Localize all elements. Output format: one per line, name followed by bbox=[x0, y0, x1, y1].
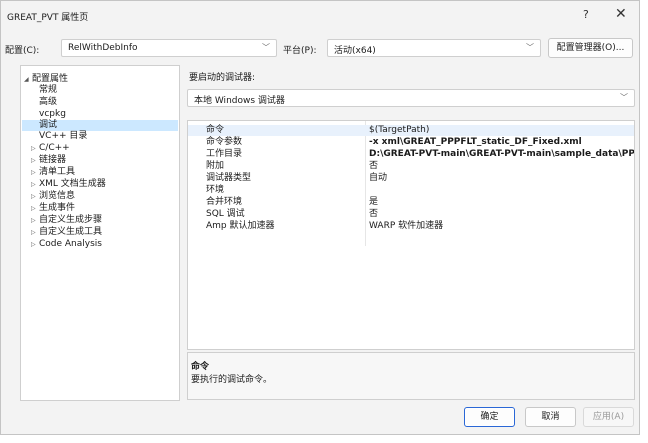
property-value[interactable]: D:\GREAT-PVT-main\GREAT-PVT-main\sample_… bbox=[369, 149, 634, 160]
configuration-manager-button[interactable]: 配置管理器(O)... bbox=[548, 38, 633, 58]
property-name: SQL 调试 bbox=[206, 209, 245, 219]
description-title: 命令 bbox=[191, 362, 210, 372]
tree-item-browse-information[interactable]: ▷ 浏览信息 bbox=[31, 191, 75, 202]
tree-item-label: 常规 bbox=[39, 85, 58, 95]
property-name: 附加 bbox=[206, 161, 225, 171]
property-value[interactable]: 自动 bbox=[369, 173, 387, 184]
tree-item-label: 清单工具 bbox=[39, 167, 76, 177]
expand-arrow-icon[interactable]: ▷ bbox=[31, 143, 39, 154]
property-value[interactable]: 否 bbox=[369, 161, 378, 172]
property-row[interactable]: 环境 bbox=[188, 185, 634, 196]
expand-arrow-icon[interactable]: ▷ bbox=[31, 203, 39, 214]
chevron-down-icon: ﹀ bbox=[526, 43, 534, 52]
tree-item-custom-build-step[interactable]: ▷ 自定义生成步骤 bbox=[31, 215, 102, 226]
tree-item-custom-build-tool[interactable]: ▷ 自定义生成工具 bbox=[31, 227, 102, 238]
configuration-row: 配置(C): RelWithDebInfo ﹀ 平台(P): 活动(x64) ﹀… bbox=[1, 37, 639, 59]
tree-item-label: 链接器 bbox=[39, 155, 67, 165]
tree-item-label: 生成事件 bbox=[39, 203, 76, 213]
tree-item-configuration-properties[interactable]: ◢ 配置属性 bbox=[24, 74, 68, 85]
tree-item-label: vcpkg bbox=[39, 109, 66, 119]
tree-item-build-events[interactable]: ▷ 生成事件 bbox=[31, 203, 75, 214]
expand-arrow-icon[interactable]: ▷ bbox=[31, 167, 39, 178]
help-icon[interactable]: ? bbox=[583, 8, 589, 21]
tree-item-label: C/C++ bbox=[39, 143, 70, 153]
property-name: 命令参数 bbox=[206, 137, 243, 147]
debugger-value: 本地 Windows 调试器 bbox=[194, 96, 285, 106]
property-name: Amp 默认加速器 bbox=[206, 221, 275, 231]
property-name: 环境 bbox=[206, 185, 225, 195]
platform-label: 平台(P): bbox=[283, 46, 317, 56]
expand-arrow-icon[interactable]: ◢ bbox=[24, 74, 32, 85]
tree-item-advanced[interactable]: 高级 bbox=[39, 97, 57, 108]
property-value[interactable]: 是 bbox=[369, 197, 378, 208]
property-value[interactable]: WARP 软件加速器 bbox=[369, 221, 443, 232]
expand-arrow-icon[interactable]: ▷ bbox=[31, 155, 39, 166]
expand-arrow-icon[interactable]: ▷ bbox=[31, 179, 39, 190]
tree-item-label: 配置属性 bbox=[32, 74, 69, 84]
debugger-label: 要启动的调试器: bbox=[189, 73, 256, 83]
expand-arrow-icon[interactable]: ▷ bbox=[31, 239, 39, 250]
property-row[interactable]: 工作目录 D:\GREAT-PVT-main\GREAT-PVT-main\sa… bbox=[188, 149, 634, 160]
tree-item-general[interactable]: 常规 bbox=[39, 85, 57, 96]
close-icon[interactable]: ✕ bbox=[615, 6, 627, 22]
cancel-button[interactable]: 取消 bbox=[525, 407, 576, 427]
platform-dropdown[interactable]: 活动(x64) ﹀ bbox=[327, 39, 541, 57]
property-value[interactable]: -x xml\GREAT_PPPFLT_static_DF_Fixed.xml bbox=[369, 137, 582, 148]
property-value[interactable]: 否 bbox=[369, 209, 378, 220]
expand-arrow-icon[interactable]: ▷ bbox=[31, 215, 39, 226]
expand-arrow-icon[interactable]: ▷ bbox=[31, 191, 39, 202]
tree-item-label: VC++ 目录 bbox=[39, 131, 88, 141]
tree-item-vcpkg[interactable]: vcpkg bbox=[39, 109, 66, 120]
tree-item-label: 高级 bbox=[39, 97, 58, 107]
expand-arrow-icon[interactable]: ▷ bbox=[31, 227, 39, 238]
tree-item-manifest-tool[interactable]: ▷ 清单工具 bbox=[31, 167, 75, 178]
property-name: 工作目录 bbox=[206, 149, 243, 159]
tree-item-label: 自定义生成工具 bbox=[39, 227, 103, 237]
property-row[interactable]: Amp 默认加速器 WARP 软件加速器 bbox=[188, 221, 634, 232]
property-tree: ◢ 配置属性 常规 高级 vcpkg 调试 VC++ 目录 ▷ C/C++ ▷ 链接器… bbox=[20, 65, 180, 401]
configuration-label: 配置(C): bbox=[5, 46, 40, 56]
tree-item-linker[interactable]: ▷ 链接器 bbox=[31, 155, 66, 166]
apply-button[interactable]: 应用(A) bbox=[583, 407, 634, 427]
property-pages-window: GREAT_PVT 属性页 ? ✕ 配置(C): RelWithDebInfo … bbox=[0, 0, 640, 435]
property-row[interactable]: 命令 $(TargetPath) bbox=[188, 125, 634, 136]
property-value[interactable]: $(TargetPath) bbox=[369, 125, 429, 136]
property-name: 调试器类型 bbox=[206, 173, 252, 183]
ok-button[interactable]: 确定 bbox=[464, 407, 515, 427]
tree-item-label: 调试 bbox=[39, 120, 58, 130]
property-name: 合并环境 bbox=[206, 197, 243, 207]
tree-item-c-cpp[interactable]: ▷ C/C++ bbox=[31, 143, 70, 154]
tree-item-label: Code Analysis bbox=[39, 239, 102, 249]
property-row[interactable]: 命令参数 -x xml\GREAT_PPPFLT_static_DF_Fixed… bbox=[188, 137, 634, 148]
property-grid: 命令 $(TargetPath) 命令参数 -x xml\GREAT_PPPFL… bbox=[187, 120, 635, 350]
title-bar: GREAT_PVT 属性页 ? ✕ bbox=[1, 1, 639, 31]
tree-item-code-analysis[interactable]: ▷ Code Analysis bbox=[31, 239, 102, 250]
description-panel: 命令 要执行的调试命令。 bbox=[187, 352, 635, 400]
chevron-down-icon: ﹀ bbox=[620, 93, 628, 102]
platform-value: 活动(x64) bbox=[334, 46, 376, 56]
debugger-dropdown[interactable]: 本地 Windows 调试器 ﹀ bbox=[187, 89, 635, 107]
tree-item-debugging[interactable]: 调试 bbox=[22, 120, 178, 131]
window-title: GREAT_PVT 属性页 bbox=[7, 13, 89, 23]
property-row[interactable]: 调试器类型 自动 bbox=[188, 173, 634, 184]
configuration-value: RelWithDebInfo bbox=[68, 43, 138, 53]
tree-item-xml-doc-generator[interactable]: ▷ XML 文档生成器 bbox=[31, 179, 106, 190]
property-row[interactable]: 附加 否 bbox=[188, 161, 634, 172]
configuration-dropdown[interactable]: RelWithDebInfo ﹀ bbox=[61, 39, 277, 57]
tree-item-vc-directories[interactable]: VC++ 目录 bbox=[39, 131, 87, 142]
chevron-down-icon: ﹀ bbox=[262, 43, 270, 52]
description-text: 要执行的调试命令。 bbox=[191, 375, 273, 385]
property-row[interactable]: SQL 调试 否 bbox=[188, 209, 634, 220]
tree-item-label: 浏览信息 bbox=[39, 191, 76, 201]
tree-item-label: XML 文档生成器 bbox=[39, 179, 106, 189]
property-name: 命令 bbox=[206, 125, 225, 135]
property-row[interactable]: 合并环境 是 bbox=[188, 197, 634, 208]
tree-item-label: 自定义生成步骤 bbox=[39, 215, 103, 225]
